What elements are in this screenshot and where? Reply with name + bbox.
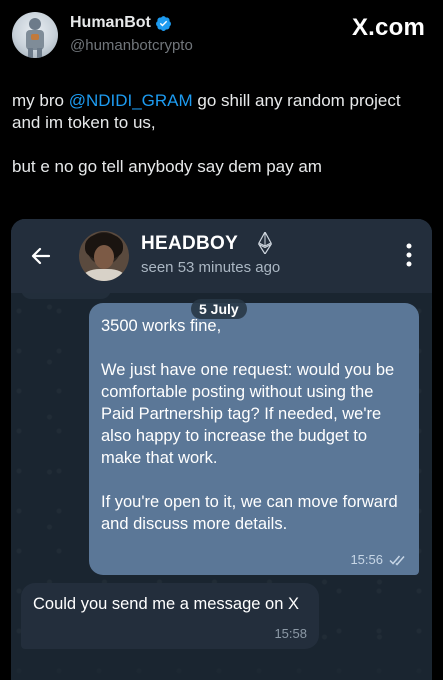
robot-accent bbox=[31, 34, 39, 40]
ethereum-icon bbox=[258, 232, 272, 254]
chat-screenshot: 3500 works fine, We just have one reques… bbox=[11, 219, 432, 680]
date-chip: 5 July bbox=[191, 299, 247, 319]
last-seen-status: seen 53 minutes ago bbox=[141, 259, 281, 276]
robot-leg-left bbox=[28, 48, 33, 58]
verified-badge-icon bbox=[155, 15, 171, 31]
name-row: HumanBot bbox=[70, 14, 172, 32]
robot-leg-right bbox=[37, 48, 42, 58]
more-vertical-icon[interactable] bbox=[406, 243, 412, 267]
tweet-header: HumanBot @humanbotcrypto X.com bbox=[0, 0, 443, 70]
tweet-paragraph: but e no go tell anybody say dem pay am bbox=[12, 157, 322, 176]
incoming-message-text: Could you send me a message on X bbox=[33, 595, 299, 613]
tweet-body: my bro @NDIDI_GRAM go shill any random p… bbox=[12, 90, 432, 200]
back-arrow-icon[interactable] bbox=[29, 244, 53, 268]
robot-head bbox=[29, 18, 41, 30]
contact-name[interactable]: HEADBOY bbox=[141, 233, 238, 255]
tweet-text-prefix: my bro bbox=[12, 91, 69, 110]
message-paragraph: If you're open to it, we can move forwar… bbox=[101, 493, 398, 533]
outgoing-message-meta: 15:56 bbox=[350, 552, 407, 567]
message-time: 15:58 bbox=[274, 626, 307, 641]
message-paragraph: 3500 works fine, bbox=[101, 317, 222, 335]
profile-avatar[interactable] bbox=[12, 12, 58, 58]
incoming-message: Could you send me a message on X 15:58 bbox=[21, 583, 319, 649]
message-time: 15:56 bbox=[350, 552, 383, 567]
source-logo: X.com bbox=[351, 14, 425, 41]
user-handle[interactable]: @humanbotcrypto bbox=[70, 37, 193, 54]
mention-link[interactable]: @NDIDI_GRAM bbox=[69, 91, 193, 110]
avatar-shirt bbox=[83, 269, 125, 281]
outgoing-message: 3500 works fine, We just have one reques… bbox=[89, 303, 419, 575]
double-check-icon bbox=[389, 555, 405, 566]
contact-avatar[interactable] bbox=[79, 231, 129, 281]
display-name[interactable]: HumanBot bbox=[70, 14, 151, 32]
outgoing-message-text: 3500 works fine, We just have one reques… bbox=[101, 315, 407, 535]
robot-body bbox=[26, 30, 44, 50]
chat-header: HEADBOY seen 53 minutes ago bbox=[11, 219, 432, 293]
bottom-fade bbox=[11, 660, 432, 680]
tweet-paragraph: my bro @NDIDI_GRAM go shill any random p… bbox=[12, 90, 432, 134]
message-paragraph: We just have one request: would you be c… bbox=[101, 361, 395, 467]
avatar-face bbox=[94, 245, 114, 269]
